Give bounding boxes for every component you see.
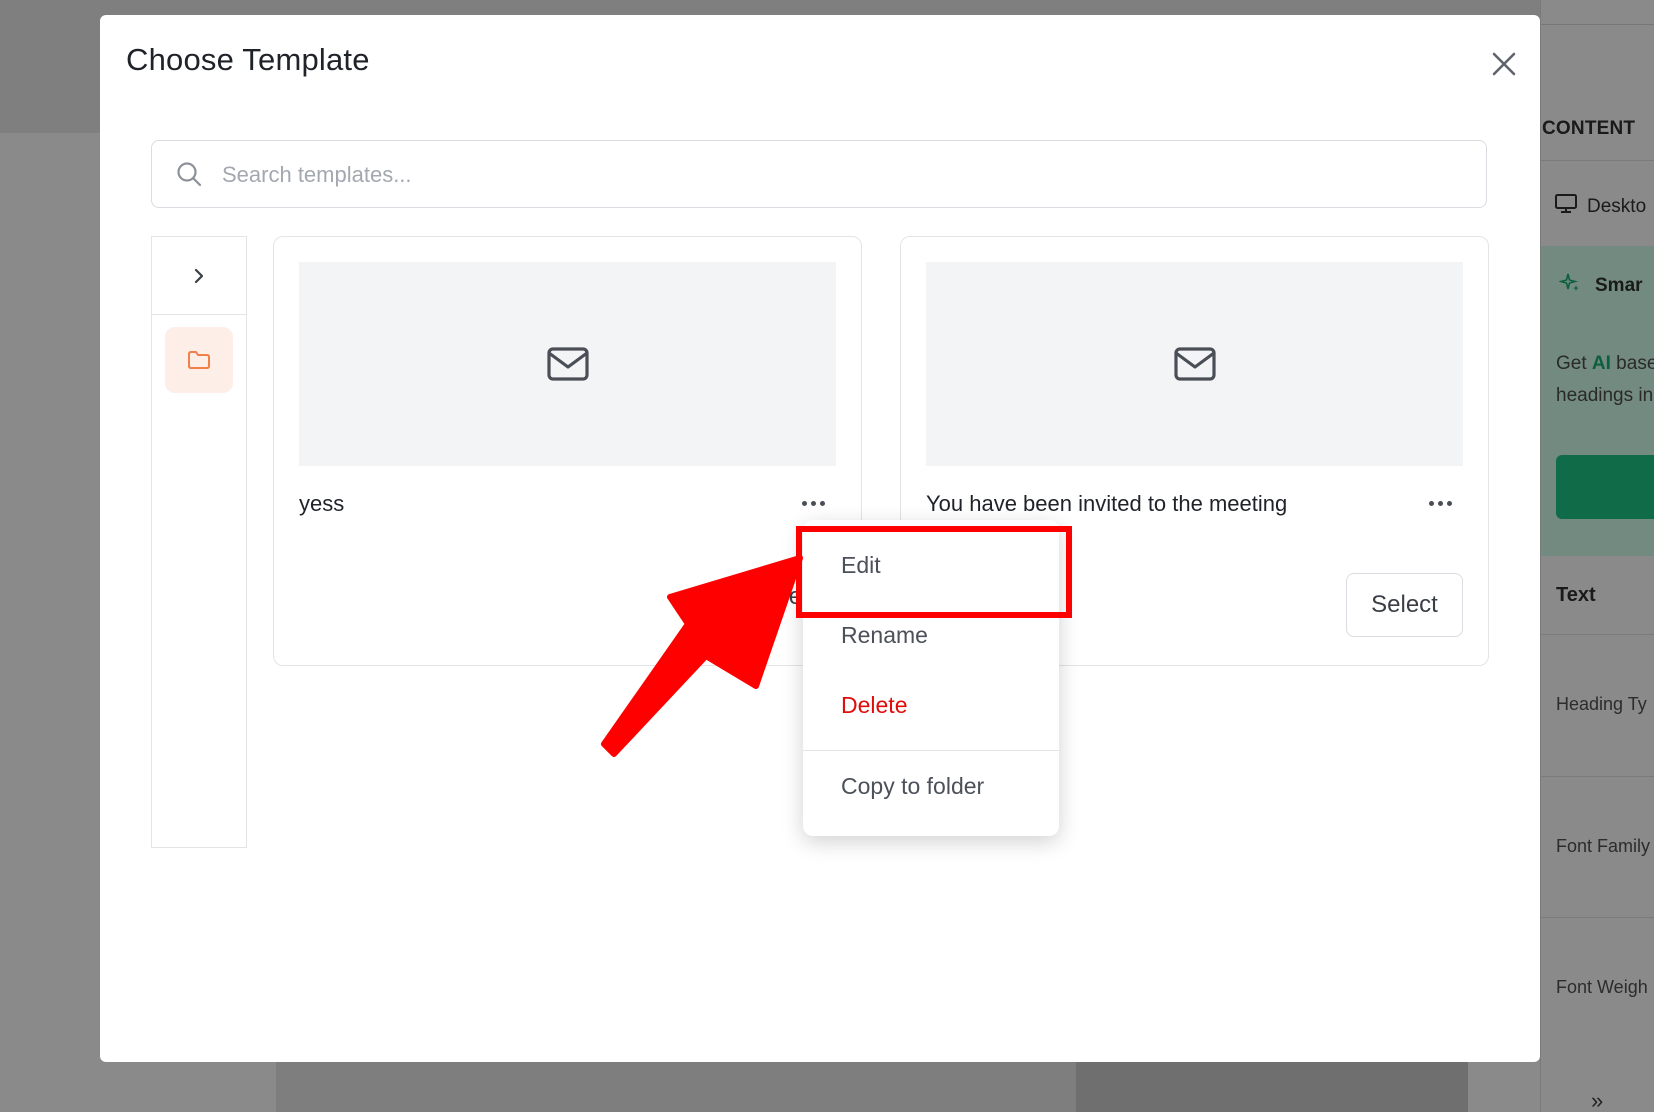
close-icon (1492, 52, 1516, 76)
divider (1541, 917, 1654, 918)
panel-tab-bar (1541, 26, 1654, 161)
more-horizontal-icon (1437, 500, 1443, 506)
template-name: yess (299, 491, 345, 516)
search-box[interactable] (151, 140, 1487, 209)
device-label: Deskto (1587, 196, 1647, 217)
desktop-icon (1555, 194, 1577, 220)
font-weight-row[interactable]: Font Weigh (1556, 977, 1648, 998)
template-thumbnail[interactable] (926, 262, 1463, 466)
device-selector[interactable]: Deskto (1555, 194, 1646, 220)
template-options-button[interactable] (1422, 485, 1458, 521)
ai-text-suffix: base (1610, 353, 1654, 374)
template-thumbnail[interactable] (299, 262, 836, 466)
ai-description: Get AI base headings in (1556, 348, 1654, 412)
ai-text-line2: headings in (1556, 385, 1654, 406)
panel-top-bar (1541, 0, 1654, 25)
template-context-menu: Edit Rename Delete Copy to folder (803, 520, 1059, 836)
select-button[interactable]: Select (1346, 573, 1463, 637)
sparkle-icon (1557, 272, 1581, 300)
heading-type-row[interactable]: Heading Ty (1556, 694, 1647, 715)
ai-text-bold: AI (1591, 353, 1611, 374)
template-card[interactable]: yess Select (273, 236, 862, 666)
template-options-button[interactable] (795, 485, 831, 521)
more-horizontal-icon (810, 500, 816, 506)
more-horizontal-icon (801, 500, 807, 506)
tab-content[interactable]: CONTENT (1542, 118, 1635, 140)
smart-heading: Smar (1557, 272, 1643, 300)
more-horizontal-icon (1428, 500, 1434, 506)
menu-item-copy-to-folder[interactable]: Copy to folder (841, 773, 984, 800)
search-input[interactable] (220, 141, 1464, 209)
close-button[interactable] (1486, 46, 1522, 82)
mail-icon (1173, 347, 1216, 381)
ai-generate-button[interactable] (1556, 455, 1654, 519)
chevron-right-icon (194, 268, 204, 283)
menu-item-edit[interactable]: Edit (841, 552, 881, 579)
ai-text-prefix: Get (1556, 353, 1592, 374)
menu-item-rename[interactable]: Rename (841, 622, 928, 649)
divider (1541, 634, 1654, 635)
template-name: You have been invited to the meeting (926, 491, 1288, 516)
section-text-label: Text (1556, 584, 1596, 606)
folder-button[interactable] (165, 327, 233, 393)
modal-title: Choose Template (126, 42, 370, 77)
menu-item-delete[interactable]: Delete (841, 692, 907, 719)
collapse-panel-button[interactable]: » (1591, 1088, 1603, 1112)
more-horizontal-icon (1446, 500, 1452, 506)
divider (1541, 776, 1654, 777)
folder-icon (188, 351, 210, 369)
background-right-panel: CONTENT Deskto Smar Get AI base headings… (1540, 0, 1654, 1112)
smart-label: Smar (1595, 275, 1643, 296)
more-horizontal-icon (819, 500, 825, 506)
folder-rail (151, 236, 247, 848)
mail-icon (546, 347, 589, 381)
expand-folders-button[interactable] (152, 237, 246, 315)
font-family-row[interactable]: Font Family (1556, 836, 1650, 857)
menu-divider (803, 750, 1059, 751)
search-icon (176, 161, 202, 192)
